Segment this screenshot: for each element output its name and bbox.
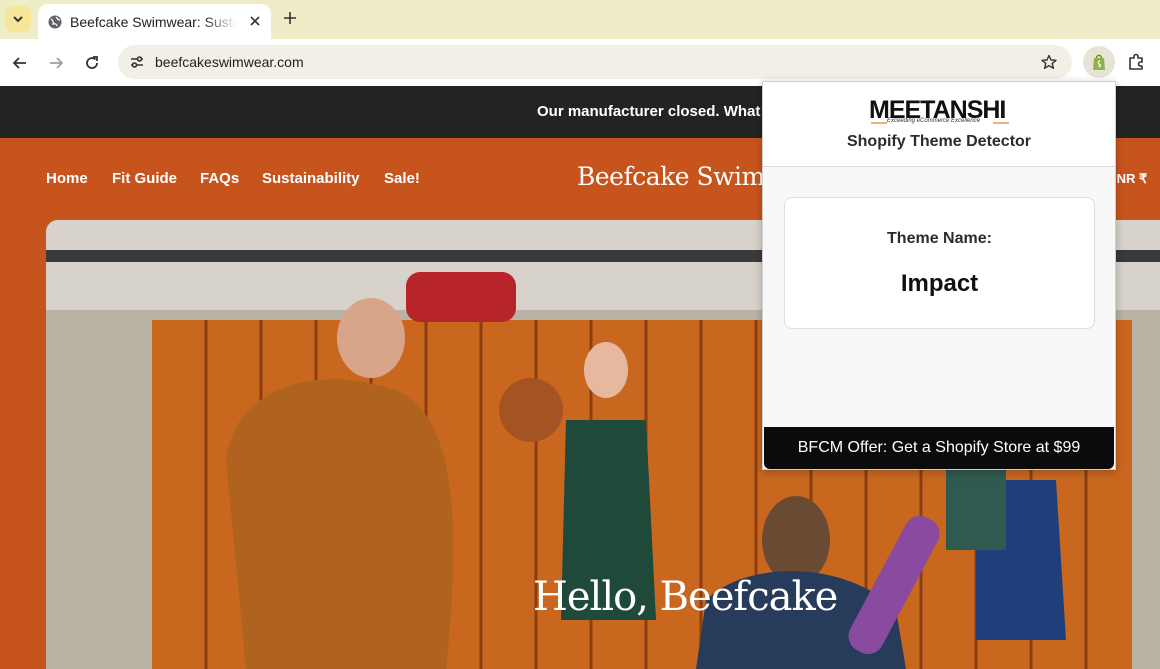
popup-header: MEETANSHI Exceeding eCommerce Excellence… bbox=[763, 82, 1115, 167]
tab-list-icon bbox=[13, 16, 23, 23]
currency-selector[interactable]: INR ₹ bbox=[1113, 171, 1147, 187]
meetanshi-logo: MEETANSHI Exceeding eCommerce Excellence bbox=[869, 96, 1011, 126]
tab-title: Beefcake Swimwear: Sustainable Swimwear … bbox=[70, 13, 237, 30]
theme-result-card: Theme Name: Impact bbox=[784, 197, 1095, 329]
browser-toolbar: beefcakeswimwear.com bbox=[0, 39, 1160, 86]
tab-strip: Beefcake Swimwear: Sustainable Swimwear … bbox=[0, 0, 1160, 39]
hero-heading: Hello, Beefcake bbox=[533, 574, 838, 620]
back-arrow-icon[interactable] bbox=[9, 52, 31, 74]
theme-name-value: Impact bbox=[900, 270, 979, 297]
address-bar[interactable]: beefcakeswimwear.com bbox=[118, 45, 1072, 79]
nav-sustainability[interactable]: Sustainability bbox=[262, 170, 360, 187]
theme-detector-popup: MEETANSHI Exceeding eCommerce Excellence… bbox=[762, 81, 1116, 470]
url-text: beefcakeswimwear.com bbox=[155, 54, 304, 70]
star-icon[interactable] bbox=[1040, 53, 1058, 71]
site-info-icon[interactable] bbox=[126, 51, 148, 73]
announcement-text[interactable]: Our manufacturer closed. What bbox=[537, 103, 760, 120]
close-icon[interactable] bbox=[247, 13, 263, 29]
offer-banner[interactable]: BFCM Offer: Get a Shopify Store at $99 bbox=[764, 427, 1114, 469]
shopify-bag-icon[interactable] bbox=[1083, 46, 1115, 78]
forward-arrow-icon[interactable] bbox=[45, 52, 67, 74]
nav-faqs[interactable]: FAQs bbox=[200, 170, 239, 187]
theme-name-label: Theme Name: bbox=[887, 230, 992, 247]
plus-icon[interactable] bbox=[281, 9, 299, 27]
popup-title: Shopify Theme Detector bbox=[846, 133, 1032, 150]
nav-fit-guide[interactable]: Fit Guide bbox=[112, 170, 177, 187]
browser-tab[interactable]: Beefcake Swimwear: Sustainable Swimwear … bbox=[38, 4, 271, 39]
nav-home[interactable]: Home bbox=[46, 170, 88, 187]
globe-icon bbox=[48, 15, 62, 29]
reload-icon[interactable] bbox=[81, 52, 103, 74]
logo-tagline: Exceeding eCommerce Excellence bbox=[887, 118, 981, 124]
puzzle-icon[interactable] bbox=[1124, 50, 1148, 74]
nav-sale[interactable]: Sale! bbox=[384, 170, 420, 187]
tab-search-button[interactable] bbox=[5, 6, 31, 32]
